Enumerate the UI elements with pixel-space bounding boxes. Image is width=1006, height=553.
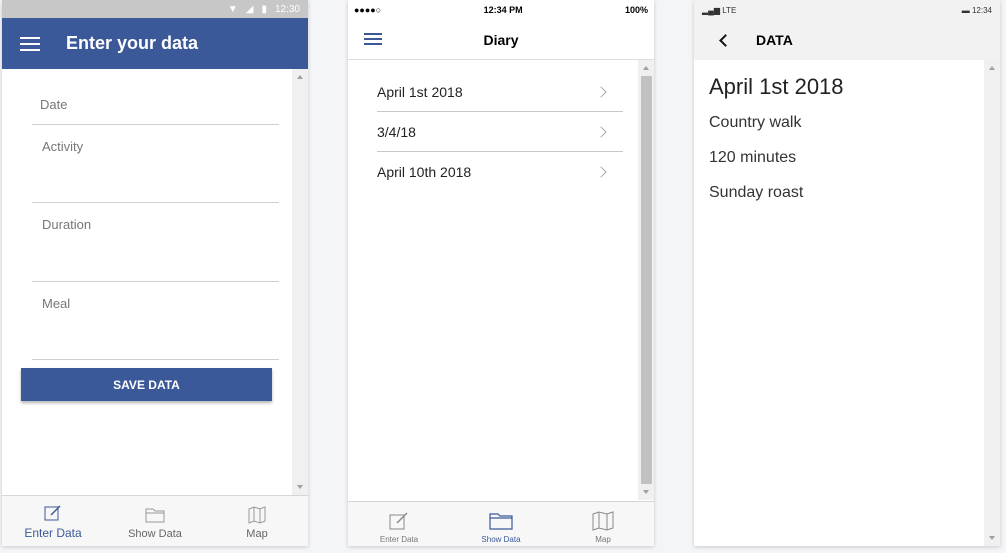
- diary-list: April 1st 2018 3/4/18 April 10th 2018: [377, 72, 623, 192]
- edit-icon: [389, 512, 408, 530]
- windows-phone: ▂▄▆ LTE ▬ 12:34 DATA April 1st 2018 Coun…: [694, 0, 1000, 546]
- scroll-thumb[interactable]: [641, 76, 652, 484]
- back-icon[interactable]: [719, 33, 732, 47]
- status-time: 12:34 PM: [483, 5, 523, 15]
- tab-label: Show Data: [481, 535, 521, 544]
- folder-icon: [145, 508, 165, 523]
- app-bar: Enter your data: [2, 18, 308, 69]
- duration-placeholder: Duration: [42, 217, 92, 232]
- date-field[interactable]: Date: [32, 69, 279, 125]
- battery-percent: 100%: [624, 5, 648, 15]
- tab-label: Enter Data: [379, 535, 419, 544]
- nav-bar: Diary: [348, 20, 654, 60]
- menu-icon[interactable]: [364, 33, 382, 45]
- page-title: DATA: [756, 32, 793, 48]
- activity-placeholder: Activity: [42, 139, 84, 154]
- network-label: ▂▄▆ LTE: [702, 6, 736, 15]
- edit-icon: [44, 505, 61, 521]
- entry-activity: Country walk: [709, 114, 802, 131]
- scroll-up-icon[interactable]: [989, 66, 995, 70]
- list-item-label: 3/4/18: [377, 123, 416, 140]
- page-title: Enter your data: [66, 33, 199, 53]
- tab-enter-data[interactable]: Enter Data: [2, 496, 104, 546]
- entry-date: April 1st 2018: [709, 74, 844, 99]
- folder-icon: [489, 513, 513, 530]
- signal-icon: ●●●●○: [354, 5, 382, 15]
- status-time: 12:34: [971, 5, 992, 15]
- status-time: 12:30: [274, 3, 300, 15]
- map-icon: [248, 506, 266, 524]
- signal-icon: ▂▄▆: [702, 5, 723, 15]
- status-bar: ●●●●○ 12:34 PM 100%: [348, 0, 654, 20]
- scroll-up-icon[interactable]: [643, 66, 649, 70]
- scrollbar[interactable]: [638, 60, 654, 500]
- list-item-label: April 10th 2018: [377, 164, 472, 180]
- status-bar: ▂▄▆ LTE ▬ 12:34: [694, 0, 1000, 20]
- ios-phone: ●●●●○ 12:34 PM 100% Diary April 1st 2018…: [348, 0, 654, 546]
- entry-detail: April 1st 2018 Country walk 120 minutes …: [709, 60, 969, 219]
- activity-field[interactable]: Activity: [32, 125, 279, 203]
- duration-field[interactable]: Duration: [32, 203, 279, 282]
- entry-form: Date Activity Duration Meal SAVE DATA: [2, 69, 292, 495]
- chevron-right-icon: [595, 125, 607, 138]
- page-title: Diary: [483, 31, 519, 48]
- chevron-right-icon: [595, 85, 607, 98]
- scroll-down-icon[interactable]: [297, 485, 303, 489]
- meal-placeholder: Meal: [42, 296, 71, 311]
- meal-field[interactable]: Meal: [32, 282, 279, 360]
- network-type: LTE: [722, 5, 737, 15]
- entry-duration: 120 minutes: [709, 149, 797, 166]
- date-placeholder: Date: [40, 97, 68, 112]
- signal-icon: ◢: [245, 3, 254, 15]
- save-button[interactable]: SAVE DATA: [21, 368, 272, 401]
- chevron-right-icon: [595, 166, 607, 178]
- entry-meal: Sunday roast: [709, 184, 804, 201]
- status-time-group: ▬ 12:34: [962, 6, 992, 15]
- scroll-up-icon[interactable]: [297, 75, 303, 79]
- page-header: DATA: [694, 20, 1000, 60]
- tab-map[interactable]: Map: [206, 496, 308, 546]
- scrollbar[interactable]: [984, 60, 1000, 546]
- tab-map[interactable]: Map: [552, 502, 654, 546]
- tab-label: Map: [246, 528, 268, 540]
- map-icon: [592, 511, 614, 531]
- battery-icon: ▬: [961, 5, 972, 15]
- scroll-down-icon[interactable]: [989, 536, 995, 540]
- status-bar: ▼ ◢ ▮ 12:30: [2, 0, 308, 18]
- list-item[interactable]: 3/4/18: [377, 112, 623, 152]
- list-item[interactable]: April 10th 2018: [377, 152, 623, 192]
- list-item-label: April 1st 2018: [377, 83, 463, 100]
- scrollbar[interactable]: [292, 69, 308, 495]
- tab-bar: Enter Data Show Data Map: [348, 501, 654, 546]
- tab-show-data[interactable]: Show Data: [104, 496, 206, 546]
- tab-label: Enter Data: [24, 526, 82, 540]
- menu-icon[interactable]: [20, 36, 40, 51]
- tab-bar: Enter Data Show Data Map: [2, 495, 308, 546]
- battery-icon: ▮: [261, 3, 267, 15]
- tab-show-data[interactable]: Show Data: [450, 502, 552, 546]
- tab-enter-data[interactable]: Enter Data: [348, 502, 450, 546]
- wifi-icon: ▼: [227, 3, 238, 15]
- tab-label: Show Data: [128, 528, 182, 540]
- scroll-down-icon[interactable]: [643, 490, 649, 494]
- android-phone: ▼ ◢ ▮ 12:30 Enter your data Date Activit…: [2, 0, 308, 546]
- list-item[interactable]: April 1st 2018: [377, 72, 623, 112]
- tab-label: Map: [595, 535, 611, 544]
